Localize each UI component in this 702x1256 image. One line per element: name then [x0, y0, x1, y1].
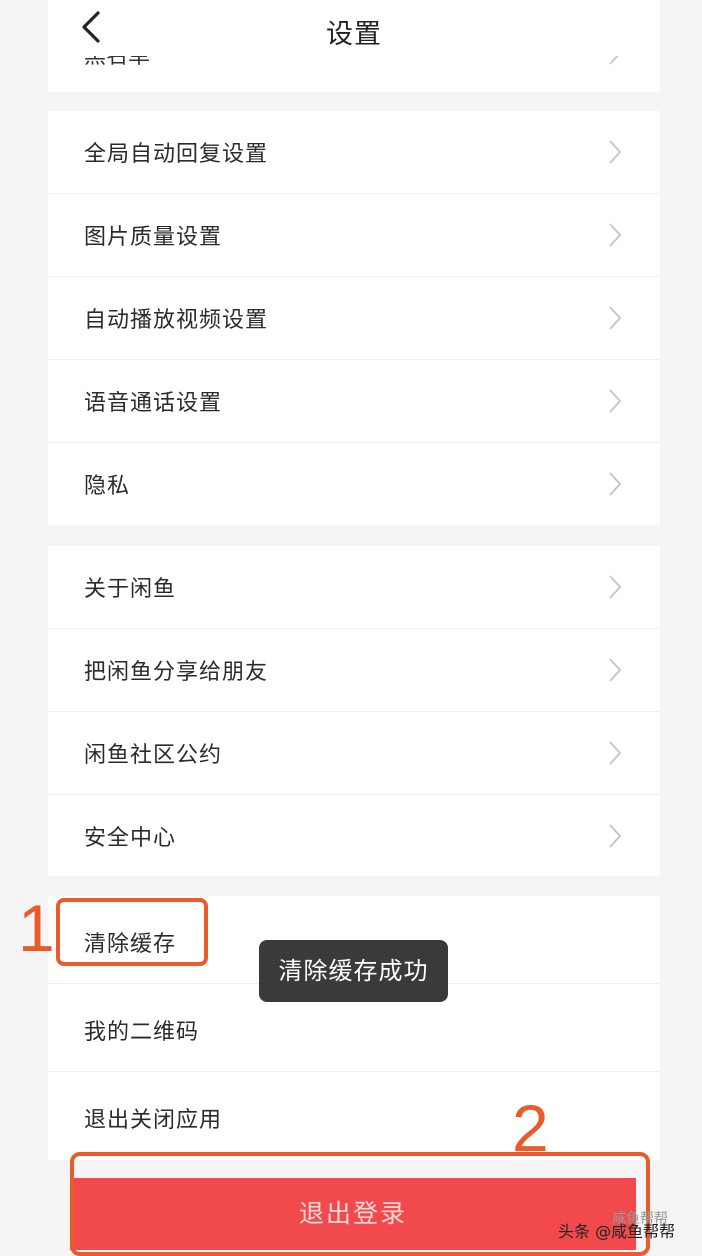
settings-item-label: 退出关闭应用	[84, 1108, 223, 1133]
settings-item-security-center[interactable]: 安全中心	[48, 795, 660, 878]
settings-item-voice-call[interactable]: 语音通话设置	[48, 360, 660, 443]
chevron-right-icon	[609, 223, 622, 247]
annotation-step-number: 2	[512, 1091, 549, 1165]
chevron-right-icon	[609, 56, 619, 65]
settings-item-autoplay-video[interactable]: 自动播放视频设置	[48, 277, 660, 360]
settings-item-privacy[interactable]: 隐私	[48, 443, 660, 526]
settings-item-about[interactable]: 关于闲鱼	[48, 546, 660, 629]
settings-item-label: 图片质量设置	[84, 225, 223, 250]
settings-item-share[interactable]: 把闲鱼分享给朋友	[48, 629, 660, 712]
settings-item-label: 闲鱼社区公约	[84, 743, 223, 768]
annotation-step-number: 1	[18, 891, 55, 965]
chevron-right-icon	[609, 741, 622, 765]
chevron-right-icon	[609, 389, 622, 413]
nav-bar: 设置	[48, 0, 660, 56]
settings-item-quit-app[interactable]: 退出关闭应用	[48, 1072, 660, 1160]
settings-item-label: 关于闲鱼	[84, 577, 177, 602]
annotation-box-clear-cache	[56, 898, 208, 966]
settings-item-label: 安全中心	[84, 826, 177, 851]
chevron-right-icon	[609, 575, 622, 599]
settings-item-auto-reply[interactable]: 全局自动回复设置	[48, 111, 660, 194]
settings-item-image-quality[interactable]: 图片质量设置	[48, 194, 660, 277]
page-title: 设置	[326, 19, 382, 50]
settings-item-blacklist[interactable]: 黑名单	[48, 56, 660, 92]
chevron-right-icon	[609, 658, 622, 682]
settings-item-label: 自动播放视频设置	[84, 308, 269, 333]
toast-message: 清除缓存成功	[259, 940, 448, 1002]
watermark: 头条 @咸鱼帮帮	[558, 1222, 676, 1241]
chevron-right-icon	[609, 824, 622, 848]
settings-group-about: 关于闲鱼 把闲鱼分享给朋友 闲鱼社区公约 安全中心	[48, 546, 660, 876]
settings-item-label: 隐私	[84, 474, 131, 499]
settings-item-label: 黑名单	[84, 56, 151, 69]
settings-item-label: 语音通话设置	[84, 391, 223, 416]
chevron-right-icon	[609, 306, 622, 330]
chevron-right-icon	[609, 140, 622, 164]
settings-item-label: 我的二维码	[84, 1020, 200, 1045]
settings-item-community-rules[interactable]: 闲鱼社区公约	[48, 712, 660, 795]
settings-group-general: 全局自动回复设置 图片质量设置 自动播放视频设置 语音通话设置 隐私	[48, 111, 660, 525]
settings-item-label: 全局自动回复设置	[84, 142, 269, 167]
settings-item-label: 把闲鱼分享给朋友	[84, 660, 269, 685]
chevron-right-icon	[609, 472, 622, 496]
